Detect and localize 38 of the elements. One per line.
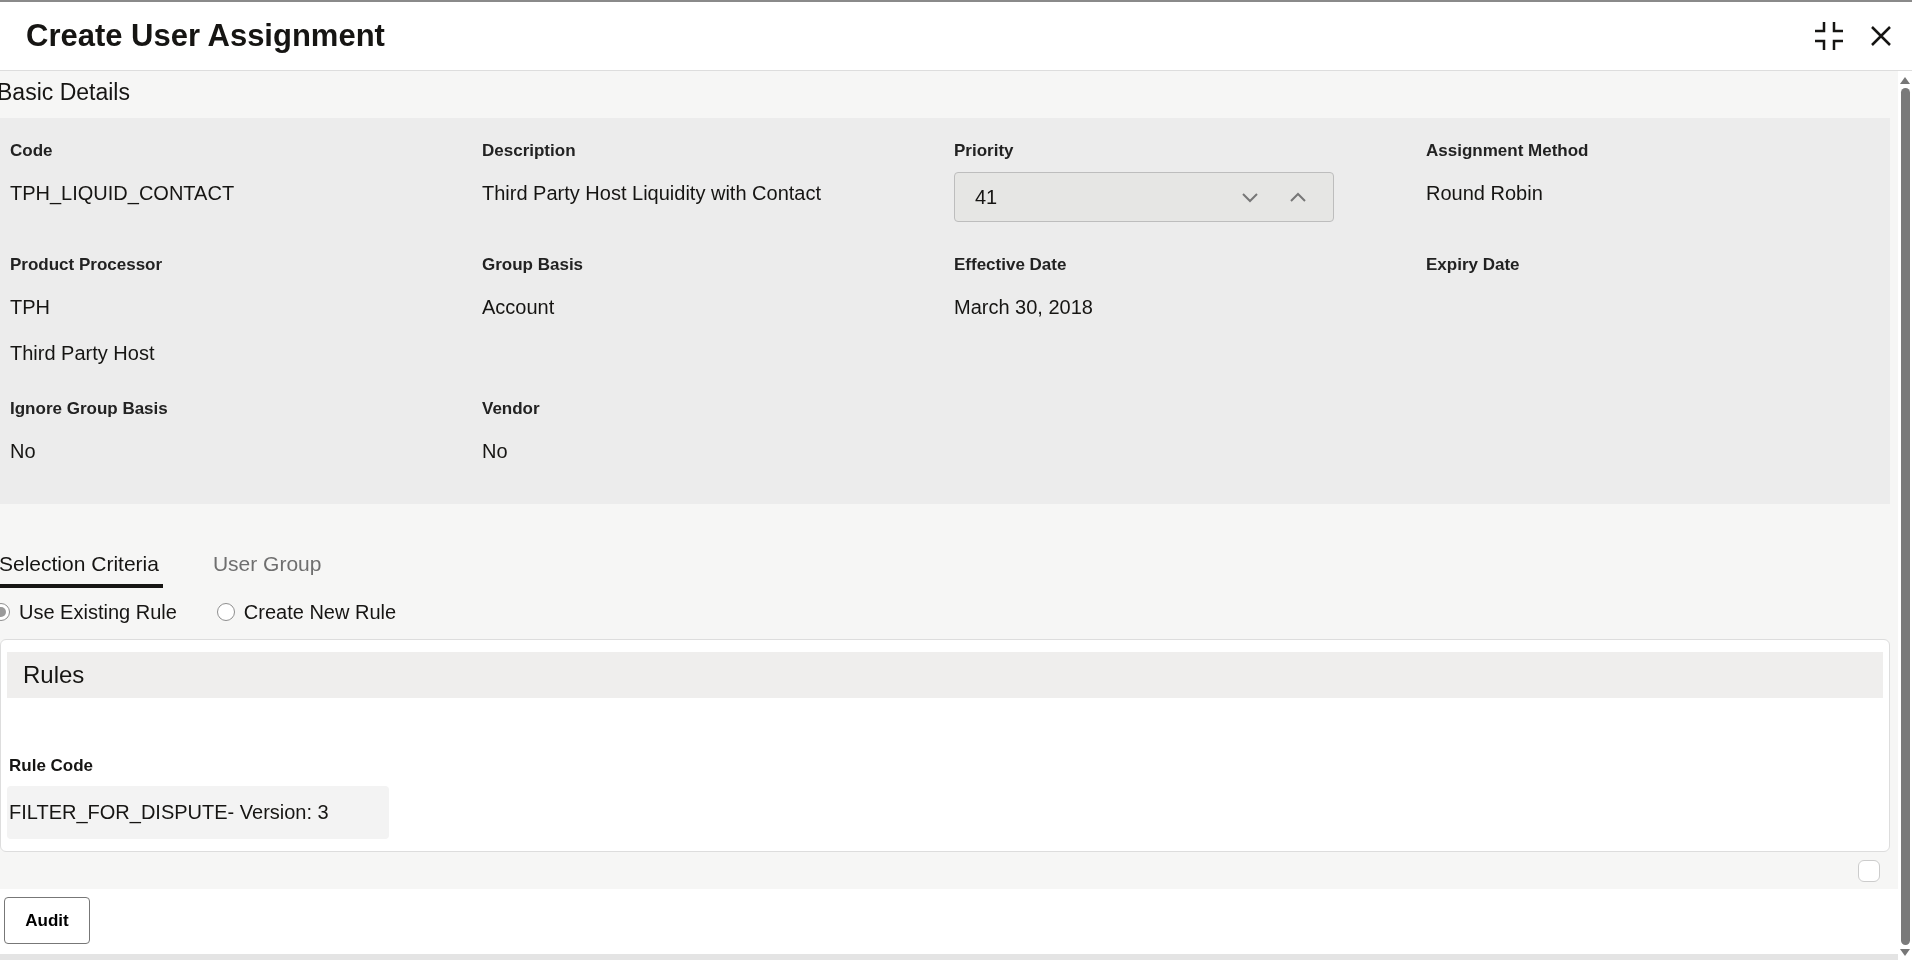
field-label: Rule Code [8,755,95,776]
scroll-up-icon[interactable] [1900,77,1910,84]
field-label: Effective Date [954,254,1068,277]
field-label: Ignore Group Basis [10,398,169,421]
audit-button[interactable]: Audit [4,897,90,945]
field-value: Third Party Host Liquidity with Contact [482,180,823,206]
tab[interactable]: Selection Criteria [0,544,163,588]
field-value: No [10,438,37,464]
field-value: TPH [10,294,51,320]
field-value: TPH_LIQUID_CONTACT [10,180,236,207]
field-value: Round Robin [1426,180,1544,206]
dialog-title: Create User Assignment [26,18,385,54]
scrollbar-thumb[interactable] [1900,88,1910,945]
priority-field[interactable]: 41 [954,172,1334,223]
decrement-icon[interactable] [1241,191,1259,203]
field-label: Assignment Method [1426,140,1590,163]
radio-label: Create New Rule [243,600,397,624]
close-icon[interactable] [1870,25,1892,47]
field-value: Account [482,294,556,320]
field-value: March 30, 2018 [954,294,1094,320]
rules-header: Rules [7,651,1883,698]
field-value: No [482,438,509,464]
radio-label: Use Existing Rule [19,600,177,624]
toggle-box[interactable] [1858,859,1880,882]
collapse-icon[interactable] [1814,21,1844,51]
field-label: Vendor [482,398,541,421]
field-label: Product Processor [10,254,164,277]
increment-icon[interactable] [1289,191,1307,203]
scroll-down-icon[interactable] [1900,949,1910,956]
field-label: Description [482,140,577,163]
field-label: Priority [954,140,1015,163]
radio-button[interactable] [216,603,235,622]
field-value: Third Party Host [10,340,156,366]
rule-code-field[interactable]: FILTER_FOR_DISPUTE- Version: 3 [7,785,389,839]
tab[interactable]: User Group [212,544,326,588]
field-label: Code [10,140,54,163]
field-label: Expiry Date [1426,254,1521,277]
field-label: Group Basis [482,254,585,277]
